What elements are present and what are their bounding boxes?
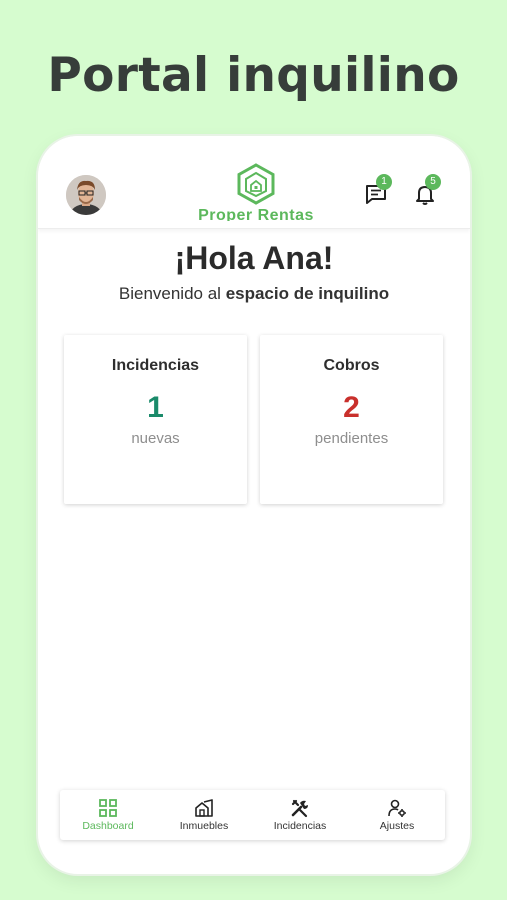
- nav-inmuebles[interactable]: Inmuebles: [156, 790, 252, 840]
- user-settings-icon: [388, 799, 406, 817]
- welcome-highlight: espacio de inquilino: [225, 284, 390, 303]
- greeting-title: ¡Hola Ana!: [174, 240, 334, 276]
- incidencias-card[interactable]: Incidencias 1 nuevas: [64, 335, 247, 504]
- bottom-nav: Dashboard Inmuebles Incidencias Ajustes: [60, 790, 445, 840]
- card-subtitle: nuevas: [131, 430, 180, 447]
- nav-label: Ajustes: [379, 820, 415, 832]
- house-hexagon-icon: [237, 163, 275, 205]
- notifications-badge: 5: [425, 174, 441, 190]
- messages-badge: 1: [376, 174, 392, 190]
- messages-button[interactable]: 1: [364, 174, 392, 206]
- welcome-prefix: Bienvenido al: [118, 284, 226, 303]
- avatar[interactable]: [66, 175, 106, 215]
- nav-label: Incidencias: [273, 820, 327, 832]
- card-value: 1: [147, 391, 164, 424]
- card-title: Incidencias: [111, 357, 200, 374]
- avatar-image: [66, 175, 106, 215]
- nav-ajustes[interactable]: Ajustes: [349, 790, 445, 840]
- page-title: Portal inquilino: [47, 48, 460, 103]
- card-title: Cobros: [323, 357, 380, 374]
- card-subtitle: pendientes: [314, 430, 389, 447]
- dashboard-icon: [99, 799, 117, 817]
- card-value: 2: [343, 391, 360, 424]
- phone-frame: Proper Rentas 1 5 ¡Hola Ana! Bienvenido …: [38, 136, 470, 874]
- app-header: Proper Rentas 1 5: [38, 136, 470, 229]
- tools-icon: [291, 799, 308, 818]
- nav-label: Inmuebles: [179, 820, 229, 832]
- brand-logo: Proper Rentas: [186, 163, 326, 221]
- nav-dashboard[interactable]: Dashboard: [60, 790, 156, 840]
- nav-label: Dashboard: [82, 820, 134, 832]
- buildings-icon: [195, 799, 213, 817]
- welcome-text: Bienvenido al espacio de inquilino: [38, 284, 470, 304]
- notifications-button[interactable]: 5: [413, 174, 441, 206]
- brand-name: Proper Rentas: [198, 207, 314, 221]
- nav-incidencias[interactable]: Incidencias: [252, 790, 348, 840]
- cobros-card[interactable]: Cobros 2 pendientes: [260, 335, 443, 504]
